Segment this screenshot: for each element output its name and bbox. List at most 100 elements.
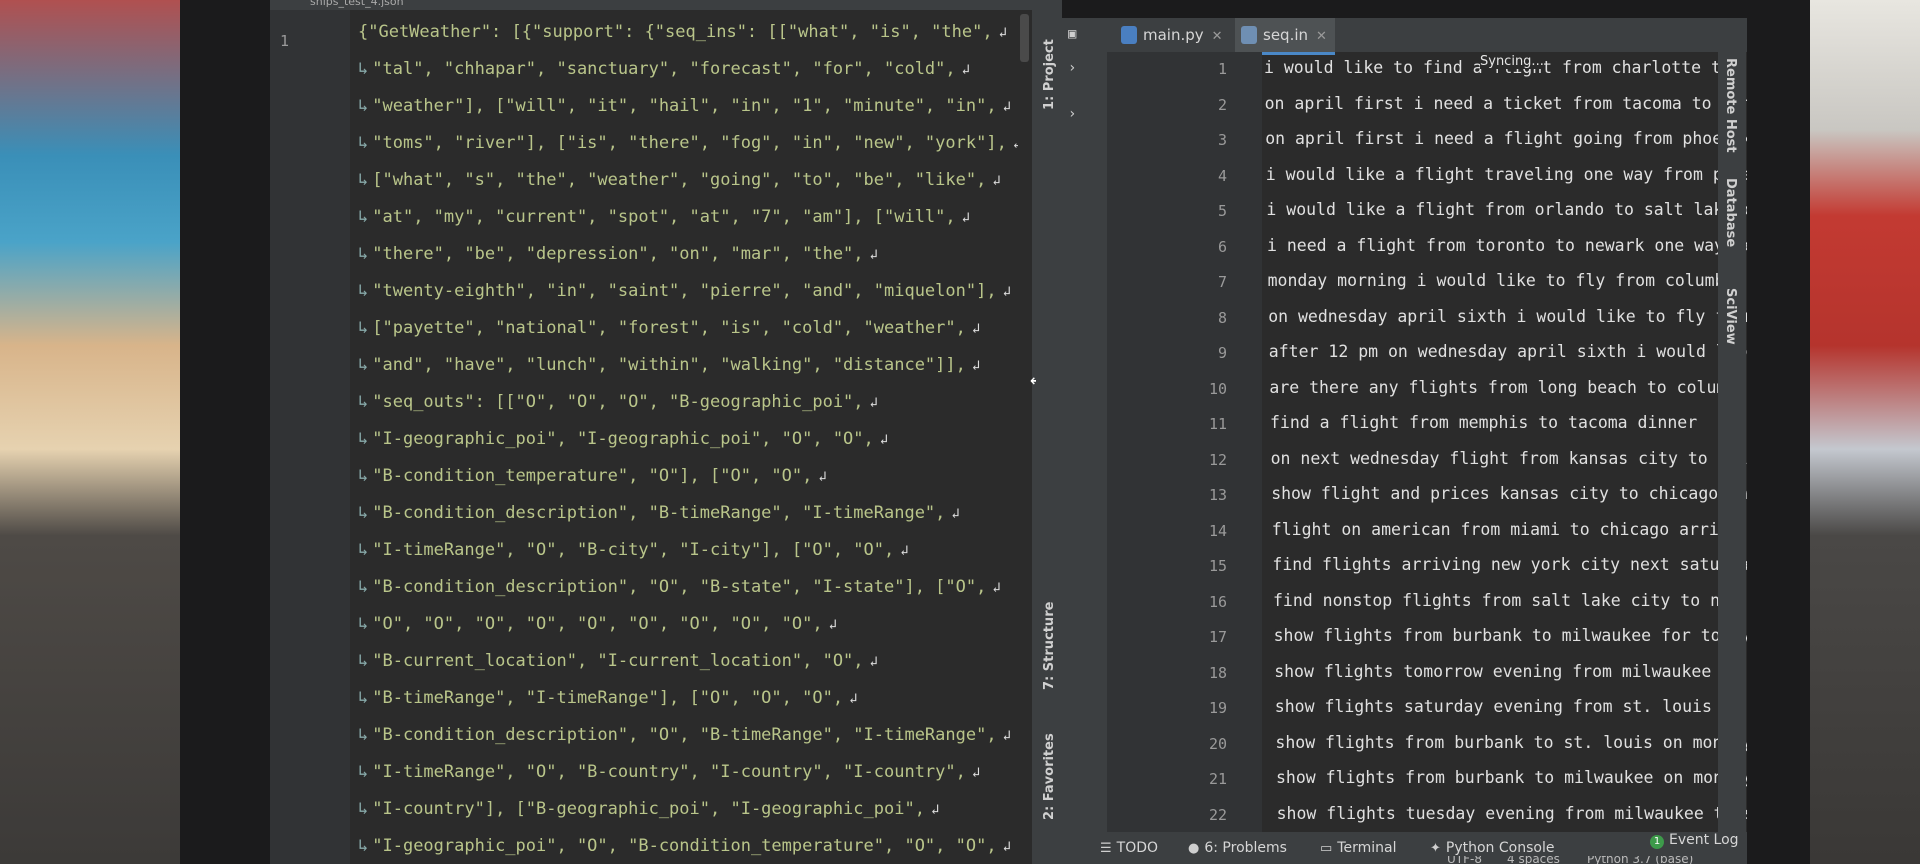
python-console-label: Python Console xyxy=(1445,840,1555,856)
soft-wrap-icon: ↳ xyxy=(358,281,369,301)
soft-wrap-end-icon: ↲ xyxy=(900,543,909,559)
left-tool-stripe: 1: Project 7: Structure 2: Favorites xyxy=(1036,0,1062,864)
soft-wrap-icon: ↳ xyxy=(358,725,369,745)
code-text: "there", "be", "depression", "on", "mar"… xyxy=(372,244,864,264)
code-text: "weather"], ["will", "it", "hail", "in",… xyxy=(372,96,997,116)
code-text: "B-condition_temperature", "O"], ["O", "… xyxy=(372,466,813,486)
code-line: ↳ "toms", "river"], ["is", "there", "fog"… xyxy=(358,125,1018,162)
indent-indicator[interactable]: 4 spaces xyxy=(1507,856,1560,864)
text-file-icon xyxy=(1241,26,1257,44)
line-number: 4 xyxy=(1217,166,1227,185)
editor-tab[interactable]: main.py ✕ xyxy=(1115,18,1231,52)
text-line: i need a flight from toronto to newark o… xyxy=(1267,235,1747,255)
code-line: ↳ "I-country"], ["B-geographic_poi", "I-g… xyxy=(358,791,1018,828)
text-line: show flights from burbank to st. louis o… xyxy=(1275,732,1747,752)
code-text: "I-timeRange", "O", "B-country", "I-coun… xyxy=(372,762,966,782)
line-number: 15 xyxy=(1208,557,1227,575)
code-line: ↳ "and", "have", "lunch", "within", "walk… xyxy=(358,347,1018,384)
status-bar: UTF-8 4 spaces Python 3.7 (base) xyxy=(1062,856,1747,864)
terminal-label: Terminal xyxy=(1337,840,1397,856)
sciview-tool-button[interactable]: SciView xyxy=(1723,288,1738,345)
soft-wrap-end-icon: ↲ xyxy=(1002,728,1012,744)
code-text: {"GetWeather": [{"support": {"seq_ins": … xyxy=(358,22,993,42)
line-number: 22 xyxy=(1208,805,1227,824)
photo-background-left xyxy=(0,0,180,864)
right-editor-pane[interactable]: ▣ › › main.py ✕ seq.in ✕ 1 2 3 4 5 6 7 8 9 10 11 12 13 1… xyxy=(1062,18,1747,832)
code-line: {"GetWeather": [{"support": {"seq_ins": … xyxy=(358,14,1018,51)
text-line: show flights saturday evening from st. l… xyxy=(1274,697,1742,716)
soft-wrap-icon: ↳ xyxy=(358,614,369,634)
soft-wrap-end-icon: ↲ xyxy=(971,765,981,781)
soft-wrap-end-icon: ↲ xyxy=(992,580,1001,596)
editor-tabs: main.py ✕ seq.in ✕ xyxy=(1107,18,1747,55)
left-editor-tab[interactable]: snips_test_4.json xyxy=(270,0,1032,10)
close-icon[interactable]: ✕ xyxy=(1212,29,1223,44)
left-code-area[interactable]: {"GetWeather": [{"support": {"seq_ins": … xyxy=(358,14,1018,864)
python-icon: ✦ xyxy=(1430,841,1441,856)
database-tool-button[interactable]: Database xyxy=(1723,178,1738,247)
line-number: 3 xyxy=(1217,131,1227,149)
line-number: 21 xyxy=(1208,770,1227,788)
soft-wrap-icon: ↳ xyxy=(358,59,369,79)
line-number: 20 xyxy=(1208,734,1227,753)
text-line: flight on american from miami to chicago… xyxy=(1271,519,1739,539)
code-line: ↳ "weather"], ["will", "it", "hail", "in"… xyxy=(358,88,1018,125)
left-gutter: 1 xyxy=(270,10,350,864)
todo-label: TODO xyxy=(1116,840,1159,856)
project-tool-button[interactable]: 1: Project xyxy=(1042,39,1057,110)
encoding-indicator[interactable]: UTF-8 xyxy=(1447,856,1482,864)
code-text: "B-condition_description", "B-timeRange"… xyxy=(372,503,946,523)
text-line: find a flight from memphis to tacoma din… xyxy=(1270,413,1698,432)
code-line: ↳ "at", "my", "current", "spot", "at", "7… xyxy=(358,199,1018,236)
problems-button[interactable]: ● 6: Problems xyxy=(1188,840,1287,856)
soft-wrap-icon: ↳ xyxy=(358,688,369,708)
favorites-tool-button[interactable]: 2: Favorites xyxy=(1042,733,1057,820)
line-number: 18 xyxy=(1208,663,1227,682)
expand-arrow-icon[interactable]: › xyxy=(1068,60,1076,76)
code-line: ↳ "there", "be", "depression", "on", "mar… xyxy=(358,236,1018,273)
line-number: 1 xyxy=(280,32,290,50)
text-line: show flights from burbank to milwaukee f… xyxy=(1273,626,1747,645)
terminal-button[interactable]: ▭ Terminal xyxy=(1320,840,1396,856)
code-line: ↳ "I-geographic_poi", "I-geographic_poi",… xyxy=(358,421,1018,458)
text-line: monday morning i would like to fly from … xyxy=(1267,271,1745,290)
interpreter-indicator[interactable]: Python 3.7 (base) xyxy=(1587,856,1693,864)
line-number: 11 xyxy=(1208,415,1227,433)
structure-tool-button[interactable]: 7: Structure xyxy=(1042,602,1057,690)
problems-label: 6: Problems xyxy=(1204,840,1287,856)
code-text: "seq_outs": [["O", "O", "O", "B-geograph… xyxy=(372,392,864,412)
todo-button[interactable]: ☰ TODO xyxy=(1100,840,1158,856)
soft-wrap-icon: ↳ xyxy=(358,762,369,782)
text-line: i would like a flight from orlando to sa… xyxy=(1266,200,1747,219)
editor-tab[interactable]: seq.in ✕ xyxy=(1235,18,1335,55)
code-line: ↳ "seq_outs": [["O", "O", "O", "B-geograp… xyxy=(358,384,1018,421)
python-file-icon xyxy=(1121,26,1137,44)
line-number: 16 xyxy=(1208,592,1227,611)
soft-wrap-end-icon: ↲ xyxy=(961,62,971,78)
code-line: ↳ "I-timeRange", "O", "B-country", "I-cou… xyxy=(358,754,1018,791)
terminal-icon: ▭ xyxy=(1320,841,1333,856)
soft-wrap-end-icon: ↲ xyxy=(951,506,960,522)
soft-wrap-icon: ↳ xyxy=(358,466,369,486)
text-line: on wednesday april sixth i would like to… xyxy=(1268,306,1747,326)
line-number: 12 xyxy=(1208,450,1227,469)
remote-host-tool-button[interactable]: Remote Host xyxy=(1723,58,1738,153)
python-console-button[interactable]: ✦ Python Console xyxy=(1430,840,1554,856)
expand-arrow-icon[interactable]: › xyxy=(1068,106,1076,122)
tab-label: seq.in xyxy=(1263,26,1309,44)
project-tree-collapsed: ▣ › › xyxy=(1062,18,1107,832)
event-log-label: Event Log xyxy=(1669,832,1739,848)
soft-wrap-icon: ↳ xyxy=(358,799,369,819)
code-line: ↳ ["payette", "national", "forest", "is",… xyxy=(358,310,1018,347)
code-line: ↳ "B-condition_description", "O", "B-time… xyxy=(358,717,1018,754)
event-log-button[interactable]: 1 Event Log xyxy=(1650,832,1739,849)
soft-wrap-icon: ↳ xyxy=(358,540,369,560)
code-text: "tal", "chhapar", "sanctuary", "forecast… xyxy=(372,59,956,79)
line-number: 8 xyxy=(1217,308,1227,327)
left-editor-pane[interactable]: snips_test_4.json 1 {"GetWeather": [{"su… xyxy=(270,0,1032,864)
left-scrollbar-thumb[interactable] xyxy=(1020,14,1029,62)
text-line: show flights tomorrow evening from milwa… xyxy=(1274,661,1741,681)
project-view-icon[interactable]: ▣ xyxy=(1068,26,1076,42)
close-icon[interactable]: ✕ xyxy=(1316,29,1327,44)
code-line: ↳ "B-timeRange", "I-timeRange"], ["O", "O… xyxy=(358,680,1018,717)
